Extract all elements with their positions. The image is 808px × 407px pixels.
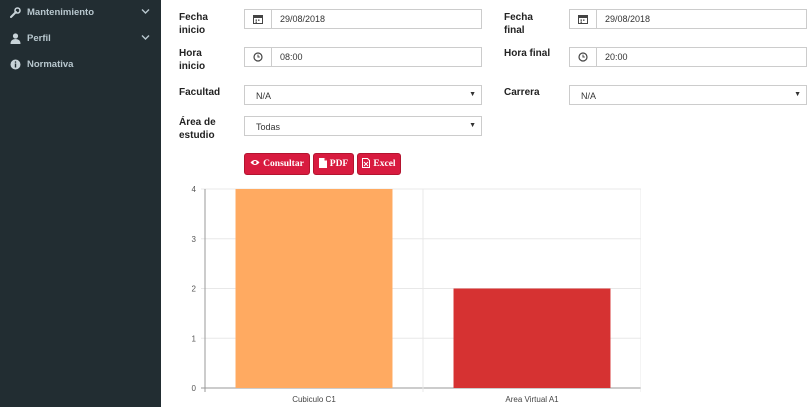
- sidebar-item-label: Perfil: [27, 33, 51, 44]
- fecha-final-field[interactable]: 29/08/2018: [569, 9, 807, 29]
- fecha-final-label: Fecha final: [504, 12, 533, 36]
- y-tick-label: 3: [192, 235, 197, 244]
- calendar-icon: [245, 10, 272, 28]
- carrera-label: Carrera: [504, 87, 540, 98]
- facultad-value: N/A: [256, 91, 272, 101]
- chevron-down-icon: [141, 7, 150, 18]
- user-icon: [9, 32, 21, 44]
- wrench-icon: [9, 6, 21, 18]
- chevron-down-icon: [141, 33, 150, 44]
- y-tick-label: 0: [192, 384, 197, 393]
- pdf-button[interactable]: PDF: [313, 153, 354, 175]
- carrera-value: N/A: [581, 91, 597, 101]
- calendar-icon: [570, 10, 597, 28]
- fecha-inicio-value: 29/08/2018: [280, 14, 326, 24]
- area-estudio-value: Todas: [256, 122, 281, 132]
- facultad-label: Facultad: [179, 87, 221, 98]
- bar: [235, 189, 393, 388]
- carrera-select[interactable]: N/A ▼: [569, 85, 807, 105]
- fecha-inicio-label: Fecha inicio: [179, 12, 208, 36]
- excel-label: Excel: [373, 159, 396, 169]
- consultar-label: Consultar: [263, 159, 304, 169]
- hora-inicio-label: Hora inicio: [179, 48, 206, 72]
- hora-final-select[interactable]: 20:00 ▼: [569, 47, 807, 67]
- hora-inicio-select[interactable]: 08:00 ▼: [244, 47, 482, 67]
- caret-down-icon: ▼: [469, 91, 476, 98]
- clock-icon: [245, 48, 272, 66]
- area-estudio-select[interactable]: Todas ▼: [244, 116, 482, 136]
- sidebar-item-normativa[interactable]: Normativa: [0, 52, 161, 78]
- eye-icon: [250, 159, 260, 169]
- hora-final-label: Hora final: [504, 48, 551, 59]
- bar-chart: 0 1 2 3 4 Cubiculo C1 Area Virtual A1: [192, 185, 641, 404]
- area-estudio-label: Área de estudio: [179, 117, 216, 141]
- file-excel-icon: [362, 157, 371, 171]
- y-tick-label: 1: [192, 334, 197, 343]
- bar: [453, 288, 611, 388]
- info-icon: [9, 58, 21, 70]
- consultar-button[interactable]: Consultar: [244, 153, 310, 175]
- sidebar: Mantenimiento Perfil Normativa: [0, 0, 161, 407]
- clock-icon: [570, 48, 597, 66]
- caret-down-icon: ▼: [469, 122, 476, 129]
- x-tick-label: Cubiculo C1: [292, 395, 336, 404]
- x-tick-label: Area Virtual A1: [505, 395, 559, 404]
- fecha-final-value: 29/08/2018: [605, 14, 651, 24]
- caret-down-icon: ▼: [794, 91, 801, 98]
- sidebar-item-perfil[interactable]: Perfil: [0, 26, 161, 52]
- fecha-inicio-field[interactable]: 29/08/2018: [244, 9, 482, 29]
- y-tick-label: 2: [192, 285, 197, 294]
- file-pdf-icon: [318, 157, 327, 171]
- sidebar-item-label: Mantenimiento: [27, 7, 95, 18]
- hora-final-value: 20:00: [605, 52, 628, 62]
- hora-inicio-value: 08:00: [280, 52, 303, 62]
- excel-button[interactable]: Excel: [357, 153, 401, 175]
- pdf-label: PDF: [329, 159, 349, 169]
- y-tick-label: 4: [192, 185, 197, 194]
- facultad-select[interactable]: N/A ▼: [244, 85, 482, 105]
- sidebar-item-label: Normativa: [27, 59, 74, 70]
- sidebar-item-mantenimiento[interactable]: Mantenimiento: [0, 0, 161, 26]
